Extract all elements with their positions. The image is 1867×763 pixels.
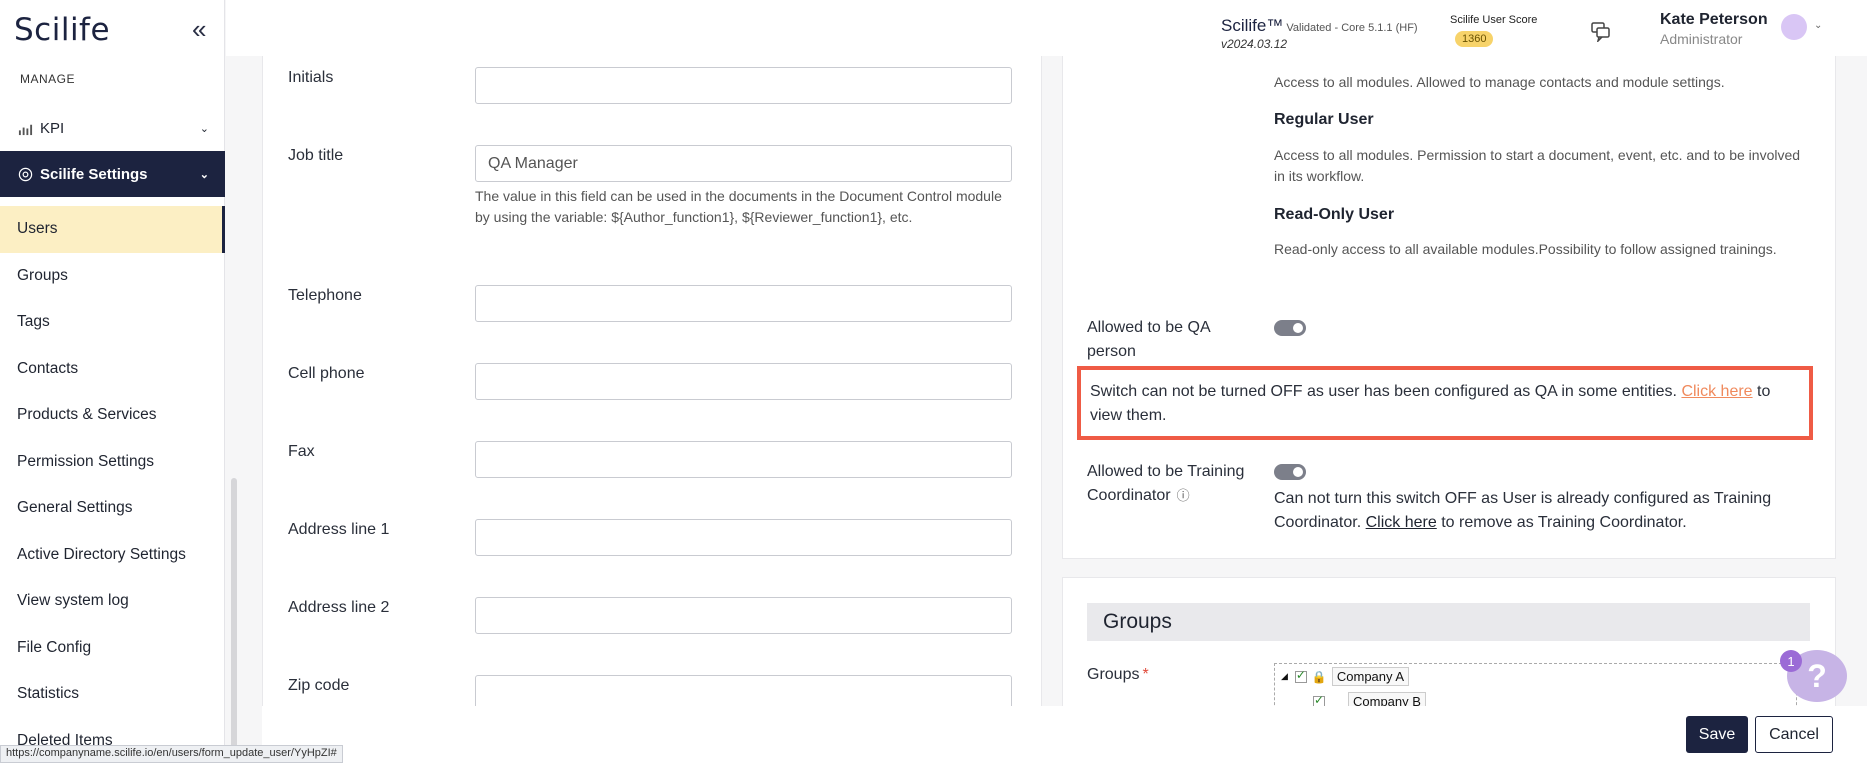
regular-user-description: Access to all modules. Permission to sta…: [1274, 147, 1801, 184]
sidebar-item-tags[interactable]: Tags: [0, 299, 225, 346]
notification-badge: 1: [1780, 650, 1802, 672]
training-coordinator-toggle[interactable]: [1274, 464, 1306, 480]
sidebar-item-view-system-log[interactable]: View system log: [0, 578, 225, 625]
training-coordinator-label: Allowed to be Training Coordinator: [1087, 463, 1245, 504]
admin-role-description: Access to all modules. Allowed to manage…: [1274, 74, 1725, 90]
sidebar-item-active-directory-settings[interactable]: Active Directory Settings: [0, 532, 225, 579]
sidebar-item-contacts[interactable]: Contacts: [0, 346, 225, 393]
telephone-label: Telephone: [288, 287, 362, 304]
user-name[interactable]: Kate Peterson: [1660, 11, 1768, 29]
validation-label: Validated - Core 5.1.1 (HF): [1286, 22, 1418, 34]
job-title-field[interactable]: QA Manager: [475, 145, 1012, 182]
chevron-down-icon[interactable]: ⌄: [1814, 20, 1822, 31]
address-line-1-label: Address line 1: [288, 521, 390, 538]
qa-warning-box: Switch can not be turned OFF as user has…: [1077, 366, 1813, 440]
cell-phone-field[interactable]: [475, 363, 1012, 400]
settings-submenu: Users Groups Tags Contacts Products & Se…: [0, 206, 225, 763]
qa-view-entities-link[interactable]: Click here: [1681, 383, 1752, 400]
required-marker: *: [1142, 666, 1149, 683]
save-button[interactable]: Save: [1686, 716, 1748, 753]
chevron-down-icon: ⌄: [199, 168, 209, 181]
read-only-user-description: Read-only access to all available module…: [1274, 241, 1777, 257]
training-coordinator-note: Can not turn this switch OFF as User is …: [1274, 487, 1814, 535]
settings-icon: [18, 167, 33, 181]
telephone-field[interactable]: [475, 285, 1012, 322]
top-header: [226, 0, 1867, 56]
user-score-badge[interactable]: 1360: [1455, 31, 1494, 47]
sidebar-item-groups[interactable]: Groups: [0, 253, 225, 300]
fax-field[interactable]: [475, 441, 1012, 478]
chart-icon: [18, 124, 33, 135]
app-root: Scilife « MANAGE KPI ⌄ Scilife Settings …: [0, 0, 1867, 763]
address-line-2-label: Address line 2: [288, 599, 390, 616]
sidebar-item-permission-settings[interactable]: Permission Settings: [0, 439, 225, 486]
version-label: v2024.03.12: [1221, 37, 1288, 51]
groups-tree[interactable]: ◢ 🔒 Company A Company B: [1274, 663, 1797, 710]
expand-arrow-icon[interactable]: ◢: [1281, 671, 1288, 682]
groups-section-header: Groups: [1087, 603, 1810, 641]
tree-node-label: Company A: [1331, 667, 1410, 686]
job-title-help-text: The value in this field can be used in t…: [475, 188, 1002, 225]
read-only-user-title: Read-Only User: [1274, 206, 1395, 223]
groups-field-label: Groups *: [1087, 666, 1149, 684]
sidebar-item-statistics[interactable]: Statistics: [0, 671, 225, 718]
sidebar-item-label: KPI: [40, 119, 65, 137]
sidebar-item-file-config[interactable]: File Config: [0, 625, 225, 672]
sidebar-item-scilife-settings[interactable]: Scilife Settings ⌄: [0, 151, 225, 197]
collapse-sidebar-icon[interactable]: «: [192, 14, 206, 45]
cancel-button[interactable]: Cancel: [1755, 716, 1833, 753]
qa-warning-text: Switch can not be turned OFF as user has…: [1090, 383, 1677, 400]
form-action-bar: [262, 706, 1867, 763]
address-line-1-field[interactable]: [475, 519, 1012, 556]
status-url: https://companyname.scilife.io/en/users/…: [0, 745, 343, 763]
initials-label: Initials: [288, 69, 334, 86]
job-title-label: Job title: [288, 147, 344, 164]
info-icon[interactable]: ⓘ: [1177, 484, 1190, 508]
product-name: Scilife™ Validated - Core 5.1.1 (HF): [1221, 16, 1418, 36]
tree-node-company-a[interactable]: ◢ 🔒 Company A: [1281, 667, 1410, 686]
chevron-down-icon: ⌄: [199, 122, 209, 135]
scilife-logo[interactable]: Scilife: [14, 12, 110, 48]
qa-person-toggle[interactable]: [1274, 320, 1306, 336]
avatar[interactable]: [1781, 14, 1807, 40]
address-line-2-field[interactable]: [475, 597, 1012, 634]
sidebar-item-users[interactable]: Users: [0, 206, 225, 253]
sidebar-item-kpi[interactable]: KPI ⌄: [0, 112, 225, 144]
chat-icon[interactable]: [1589, 20, 1611, 42]
training-note-tail: to remove as Training Coordinator.: [1441, 514, 1687, 531]
zip-code-label: Zip code: [288, 677, 350, 694]
sidebar-item-general-settings[interactable]: General Settings: [0, 485, 225, 532]
training-coordinator-label-wrap: Allowed to be Training Coordinator ⓘ: [1087, 460, 1267, 508]
sidebar-item-products-services[interactable]: Products & Services: [0, 392, 225, 439]
regular-user-title: Regular User: [1274, 111, 1374, 128]
remove-training-coordinator-link[interactable]: Click here: [1366, 514, 1437, 531]
cell-phone-label: Cell phone: [288, 365, 365, 382]
user-role: Administrator: [1660, 31, 1743, 47]
fax-label: Fax: [288, 443, 315, 460]
initials-field[interactable]: [475, 67, 1012, 104]
sidebar-item-label: Scilife Settings: [40, 165, 148, 183]
qa-person-label: Allowed to be QA person: [1087, 319, 1210, 360]
manage-section-label: MANAGE: [20, 72, 76, 86]
sidebar-scrollbar[interactable]: [231, 478, 237, 763]
product-title: Scilife™: [1221, 16, 1284, 35]
groups-label-text: Groups: [1087, 666, 1140, 683]
lock-icon: 🔒: [1311, 669, 1327, 684]
user-score-label: Scilife User Score: [1450, 14, 1538, 26]
sidebar: Scilife « MANAGE KPI ⌄ Scilife Settings …: [0, 0, 225, 763]
checkbox[interactable]: [1294, 668, 1307, 683]
